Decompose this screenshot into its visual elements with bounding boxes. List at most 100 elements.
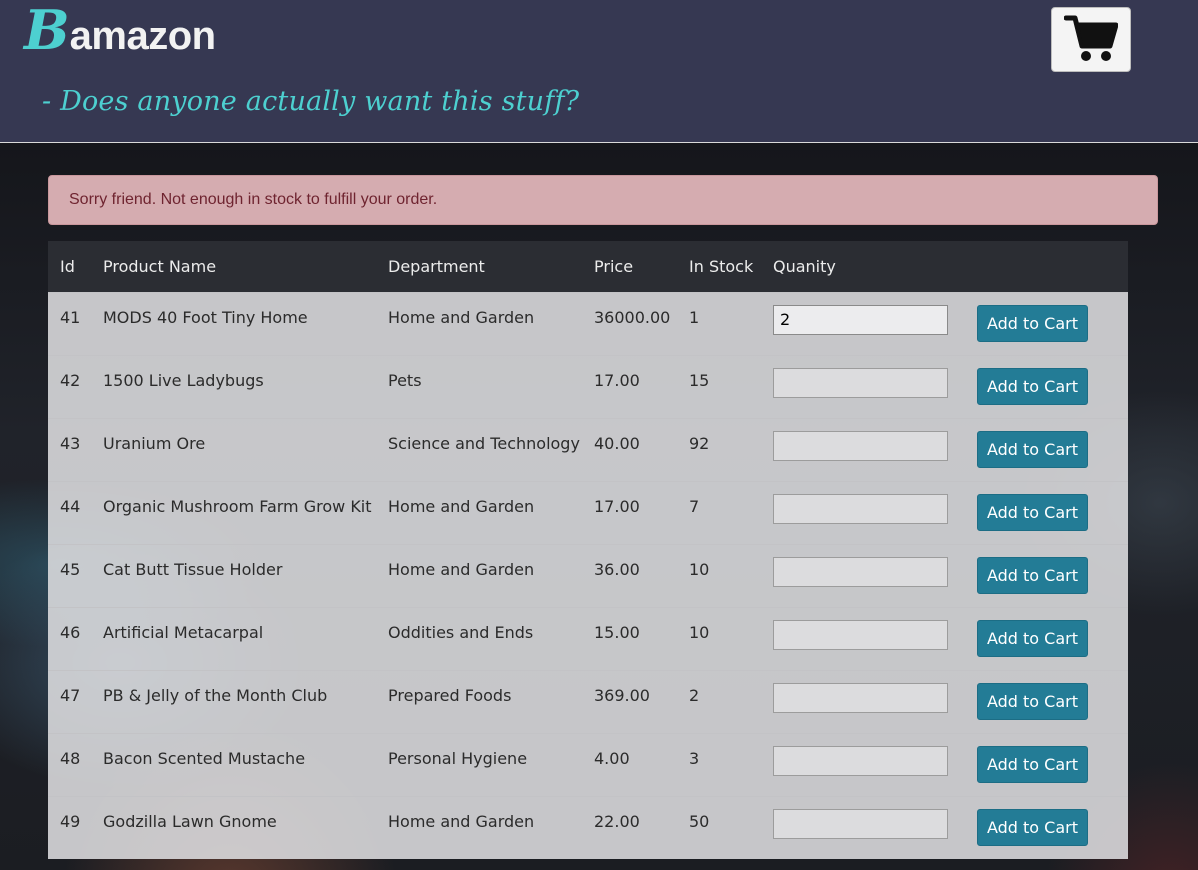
table-row: 46 Artificial Metacarpal Oddities and Ends… <box>48 607 1128 670</box>
product-stock: 3 <box>689 748 700 768</box>
action-cell: Add to Cart <box>965 292 1128 355</box>
product-price: 369.00 <box>594 685 650 705</box>
action-cell: Add to Cart <box>965 481 1128 544</box>
product-id: 46 <box>60 622 81 642</box>
column-header-action <box>965 241 1128 292</box>
product-name: MODS 40 Foot Tiny Home <box>103 307 308 327</box>
add-to-cart-button[interactable]: Add to Cart <box>977 493 1088 531</box>
alert-message: Sorry friend. Not enough in stock to ful… <box>69 191 438 208</box>
action-cell: Add to Cart <box>965 544 1128 607</box>
products-table-body: 41 MODS 40 Foot Tiny Home Home and Garden 3… <box>48 292 1128 859</box>
product-id: 44 <box>60 496 81 516</box>
table-header-row: Id Product Name Department Price In Stoc… <box>48 241 1128 292</box>
quantity-input[interactable] <box>773 556 948 587</box>
product-price: 40.00 <box>594 433 640 453</box>
cart-button[interactable] <box>1051 7 1131 72</box>
stock-error-alert: Sorry friend. Not enough in stock to ful… <box>48 175 1158 225</box>
logo-text: amazon <box>69 14 216 58</box>
product-price: 17.00 <box>594 496 640 516</box>
product-price: 22.00 <box>594 811 640 831</box>
add-to-cart-button[interactable]: Add to Cart <box>977 367 1088 405</box>
quantity-input[interactable] <box>773 304 948 335</box>
quantity-input[interactable] <box>773 682 948 713</box>
product-name: PB & Jelly of the Month Club <box>103 685 328 705</box>
add-to-cart-button[interactable]: Add to Cart <box>977 430 1088 468</box>
add-to-cart-button[interactable]: Add to Cart <box>977 745 1088 783</box>
product-department: Home and Garden <box>388 559 535 579</box>
product-department: Home and Garden <box>388 811 535 831</box>
product-department: Personal Hygiene <box>388 748 528 768</box>
add-to-cart-button[interactable]: Add to Cart <box>977 556 1088 594</box>
table-row: 41 MODS 40 Foot Tiny Home Home and Garden 3… <box>48 292 1128 355</box>
product-price: 36000.00 <box>594 307 671 327</box>
product-stock: 2 <box>689 685 700 705</box>
table-row: 47 PB & Jelly of the Month Club Prepared F… <box>48 670 1128 733</box>
add-to-cart-button[interactable]: Add to Cart <box>977 619 1088 657</box>
product-department: Home and Garden <box>388 307 535 327</box>
product-stock: 1 <box>689 307 700 327</box>
quantity-input[interactable] <box>773 367 948 398</box>
quantity-cell <box>761 292 965 355</box>
table-row: 48 Bacon Scented Mustache Personal Hygiene… <box>48 733 1128 796</box>
add-to-cart-button[interactable]: Add to Cart <box>977 304 1088 342</box>
quantity-cell <box>761 481 965 544</box>
product-name: Godzilla Lawn Gnome <box>103 811 277 831</box>
table-row: 43 Uranium Ore Science and Technology 40.00… <box>48 418 1128 481</box>
quantity-input[interactable] <box>773 430 948 461</box>
product-id: 42 <box>60 370 81 390</box>
product-name: 1500 Live Ladybugs <box>103 370 264 390</box>
quantity-cell <box>761 607 965 670</box>
product-department: Science and Technology <box>388 433 580 453</box>
product-department: Oddities and Ends <box>388 622 534 642</box>
product-stock: 7 <box>689 496 700 516</box>
quantity-cell <box>761 733 965 796</box>
add-to-cart-button[interactable]: Add to Cart <box>977 682 1088 720</box>
product-stock: 92 <box>689 433 710 453</box>
product-department: Pets <box>388 370 422 390</box>
product-stock: 10 <box>689 622 710 642</box>
action-cell: Add to Cart <box>965 418 1128 481</box>
product-stock: 50 <box>689 811 710 831</box>
product-price: 4.00 <box>594 748 630 768</box>
column-header-product-name: Product Name <box>103 256 217 276</box>
table-row: 49 Godzilla Lawn Gnome Home and Garden 22.0… <box>48 796 1128 859</box>
column-header-price: Price <box>594 256 634 276</box>
action-cell: Add to Cart <box>965 670 1128 733</box>
column-header-in-stock: In Stock <box>689 256 754 276</box>
quantity-cell <box>761 544 965 607</box>
product-id: 45 <box>60 559 81 579</box>
quantity-input[interactable] <box>773 619 948 650</box>
product-department: Home and Garden <box>388 496 535 516</box>
product-price: 36.00 <box>594 559 640 579</box>
logo-initial: B <box>24 0 70 62</box>
action-cell: Add to Cart <box>965 607 1128 670</box>
quantity-input[interactable] <box>773 808 948 839</box>
product-name: Organic Mushroom Farm Grow Kit <box>103 496 372 516</box>
product-name: Artificial Metacarpal <box>103 622 264 642</box>
quantity-input[interactable] <box>773 493 948 524</box>
add-to-cart-button[interactable]: Add to Cart <box>977 808 1088 846</box>
column-header-id: Id <box>60 256 75 276</box>
product-id: 48 <box>60 748 81 768</box>
product-price: 15.00 <box>594 622 640 642</box>
product-name: Bacon Scented Mustache <box>103 748 306 768</box>
product-id: 43 <box>60 433 81 453</box>
quantity-cell <box>761 670 965 733</box>
quantity-input[interactable] <box>773 745 948 776</box>
products-table: Id Product Name Department Price In Stoc… <box>48 241 1128 859</box>
table-row: 42 1500 Live Ladybugs Pets 17.00 15 Add to Ca… <box>48 355 1128 418</box>
product-id: 49 <box>60 811 81 831</box>
quantity-cell <box>761 418 965 481</box>
action-cell: Add to Cart <box>965 733 1128 796</box>
column-header-department: Department <box>388 256 485 276</box>
quantity-cell <box>761 796 965 859</box>
product-stock: 10 <box>689 559 710 579</box>
site-header: B amazon - Does anyone actually want thi… <box>0 0 1198 143</box>
product-stock: 15 <box>689 370 710 390</box>
column-header-quantity: Quanity <box>773 256 836 276</box>
product-price: 17.00 <box>594 370 640 390</box>
product-name: Uranium Ore <box>103 433 206 453</box>
table-row: 44 Organic Mushroom Farm Grow Kit Home and… <box>48 481 1128 544</box>
logo[interactable]: B amazon <box>24 2 216 58</box>
product-department: Prepared Foods <box>388 685 512 705</box>
